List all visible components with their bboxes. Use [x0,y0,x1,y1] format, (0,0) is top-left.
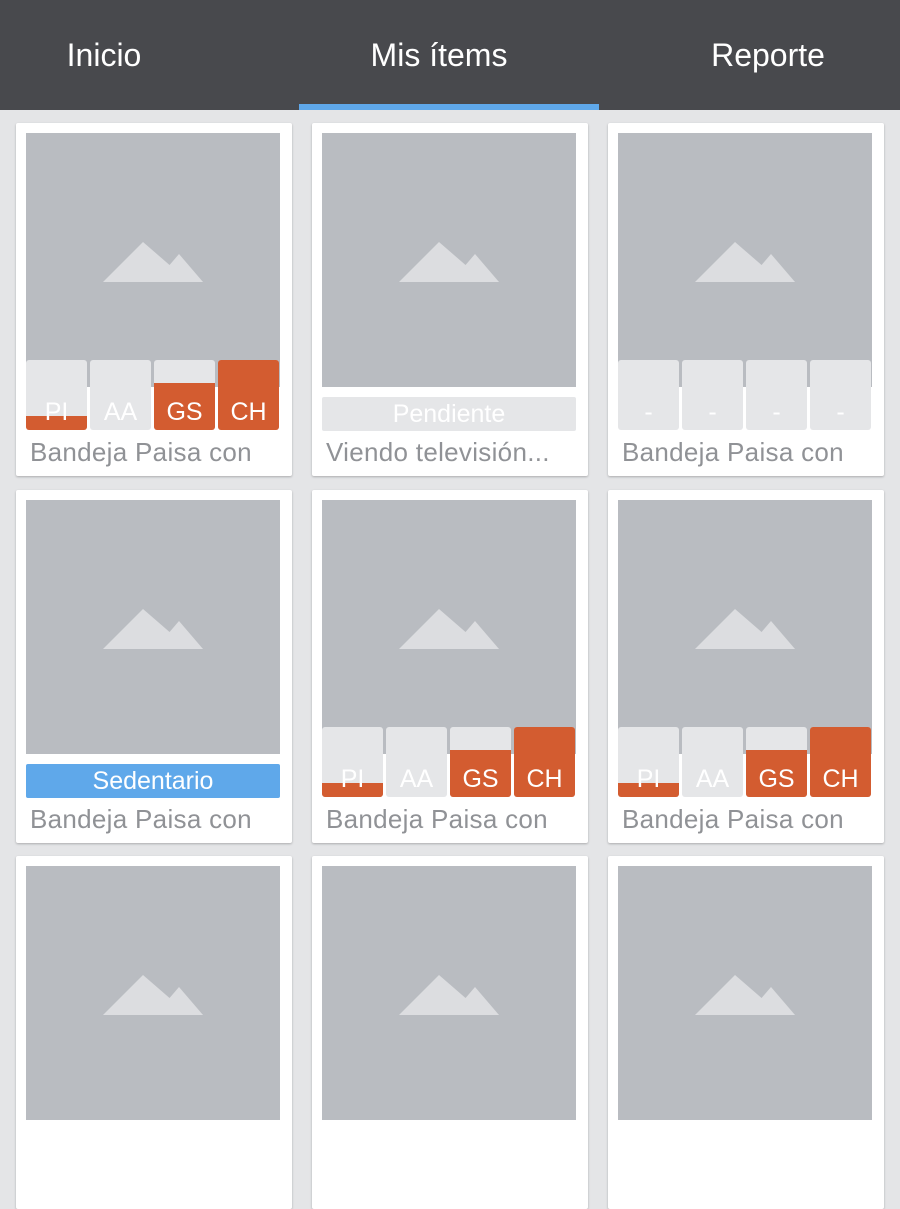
nutrition-tag-label: PI [340,765,365,793]
item-card[interactable]: - - - - Bandeja Paisa con [608,123,884,476]
nutrition-tags: PI AA GS CH [618,727,872,797]
nutrition-tag-label: AA [103,398,138,426]
item-thumbnail [618,866,872,1120]
nutrition-tag: - [746,360,807,430]
nutrition-tag: - [618,360,679,430]
image-placeholder-icon [695,975,795,1015]
item-thumbnail [618,500,872,754]
item-caption: Bandeja Paisa con [30,437,252,467]
nutrition-tag-label: - [836,398,845,426]
status-badge: Sedentario [26,764,280,798]
image-placeholder-icon [399,242,499,282]
item-thumbnail [26,500,280,754]
item-card[interactable] [608,856,884,1209]
image-placeholder-icon [103,609,203,649]
items-grid: PI AA GS CH Bandeja Paisa con Pendiente Viendo… [0,110,900,1209]
nutrition-tag-label: CH [526,765,563,793]
nutrition-tag: - [810,360,871,430]
image-placeholder-icon [695,609,795,649]
top-app-bar: Inicio Mis ítems Reporte [0,0,900,110]
nutrition-tag-label: CH [230,398,267,426]
tab-inicio[interactable]: Inicio [0,0,208,110]
nutrition-tag: GS [746,727,807,797]
nutrition-tag-label: - [644,398,653,426]
item-card[interactable]: Sedentario Bandeja Paisa con [16,490,292,843]
nutrition-tag: AA [90,360,151,430]
item-card[interactable]: PI AA GS CH Bandeja Paisa con [312,490,588,843]
nutrition-tag: CH [810,727,871,797]
nutrition-tag: PI [618,727,679,797]
item-thumbnail [26,133,280,387]
nutrition-tags: ---- [618,360,872,430]
nutrition-tag-label: - [772,398,781,426]
tab-reporte[interactable]: Reporte [690,0,846,110]
item-card[interactable] [16,856,292,1209]
item-caption: Bandeja Paisa con [622,437,844,467]
item-caption: Bandeja Paisa con [326,804,548,834]
nutrition-tag: PI [26,360,87,430]
item-card[interactable]: PI AA GS CH Bandeja Paisa con [16,123,292,476]
nutrition-tag: GS [450,727,511,797]
tab-mis-items[interactable]: Mis ítems [299,0,579,110]
item-thumbnail [322,133,576,387]
item-caption: Bandeja Paisa con [622,804,844,834]
nutrition-tag-label: GS [758,765,795,793]
nutrition-tags: PI AA GS CH [26,360,280,430]
item-card[interactable] [312,856,588,1209]
item-card[interactable]: Pendiente Viendo televisión... [312,123,588,476]
item-thumbnail [322,866,576,1120]
nutrition-tag: GS [154,360,215,430]
item-caption: Bandeja Paisa con [30,804,252,834]
nutrition-tag-label: AA [399,765,434,793]
image-placeholder-icon [103,975,203,1015]
item-caption: Viendo televisión... [326,437,550,467]
nutrition-tag: - [682,360,743,430]
image-placeholder-icon [399,609,499,649]
nutrition-tag-label: AA [695,765,730,793]
nutrition-tag: PI [322,727,383,797]
image-placeholder-icon [695,242,795,282]
nutrition-tag: CH [218,360,279,430]
nutrition-tag-label: CH [822,765,859,793]
nutrition-tag-label: PI [636,765,661,793]
image-placeholder-icon [399,975,499,1015]
item-thumbnail [26,866,280,1120]
nutrition-tag: AA [386,727,447,797]
item-thumbnail [618,133,872,387]
image-placeholder-icon [103,242,203,282]
item-card[interactable]: PI AA GS CH Bandeja Paisa con [608,490,884,843]
item-thumbnail [322,500,576,754]
nutrition-tag-label: - [708,398,717,426]
nutrition-tag-label: PI [44,398,69,426]
nutrition-tags: PI AA GS CH [322,727,576,797]
status-badge: Pendiente [322,397,576,431]
nutrition-tag-label: GS [462,765,499,793]
nutrition-tag-label: GS [166,398,203,426]
nutrition-tag: AA [682,727,743,797]
nutrition-tag: CH [514,727,575,797]
